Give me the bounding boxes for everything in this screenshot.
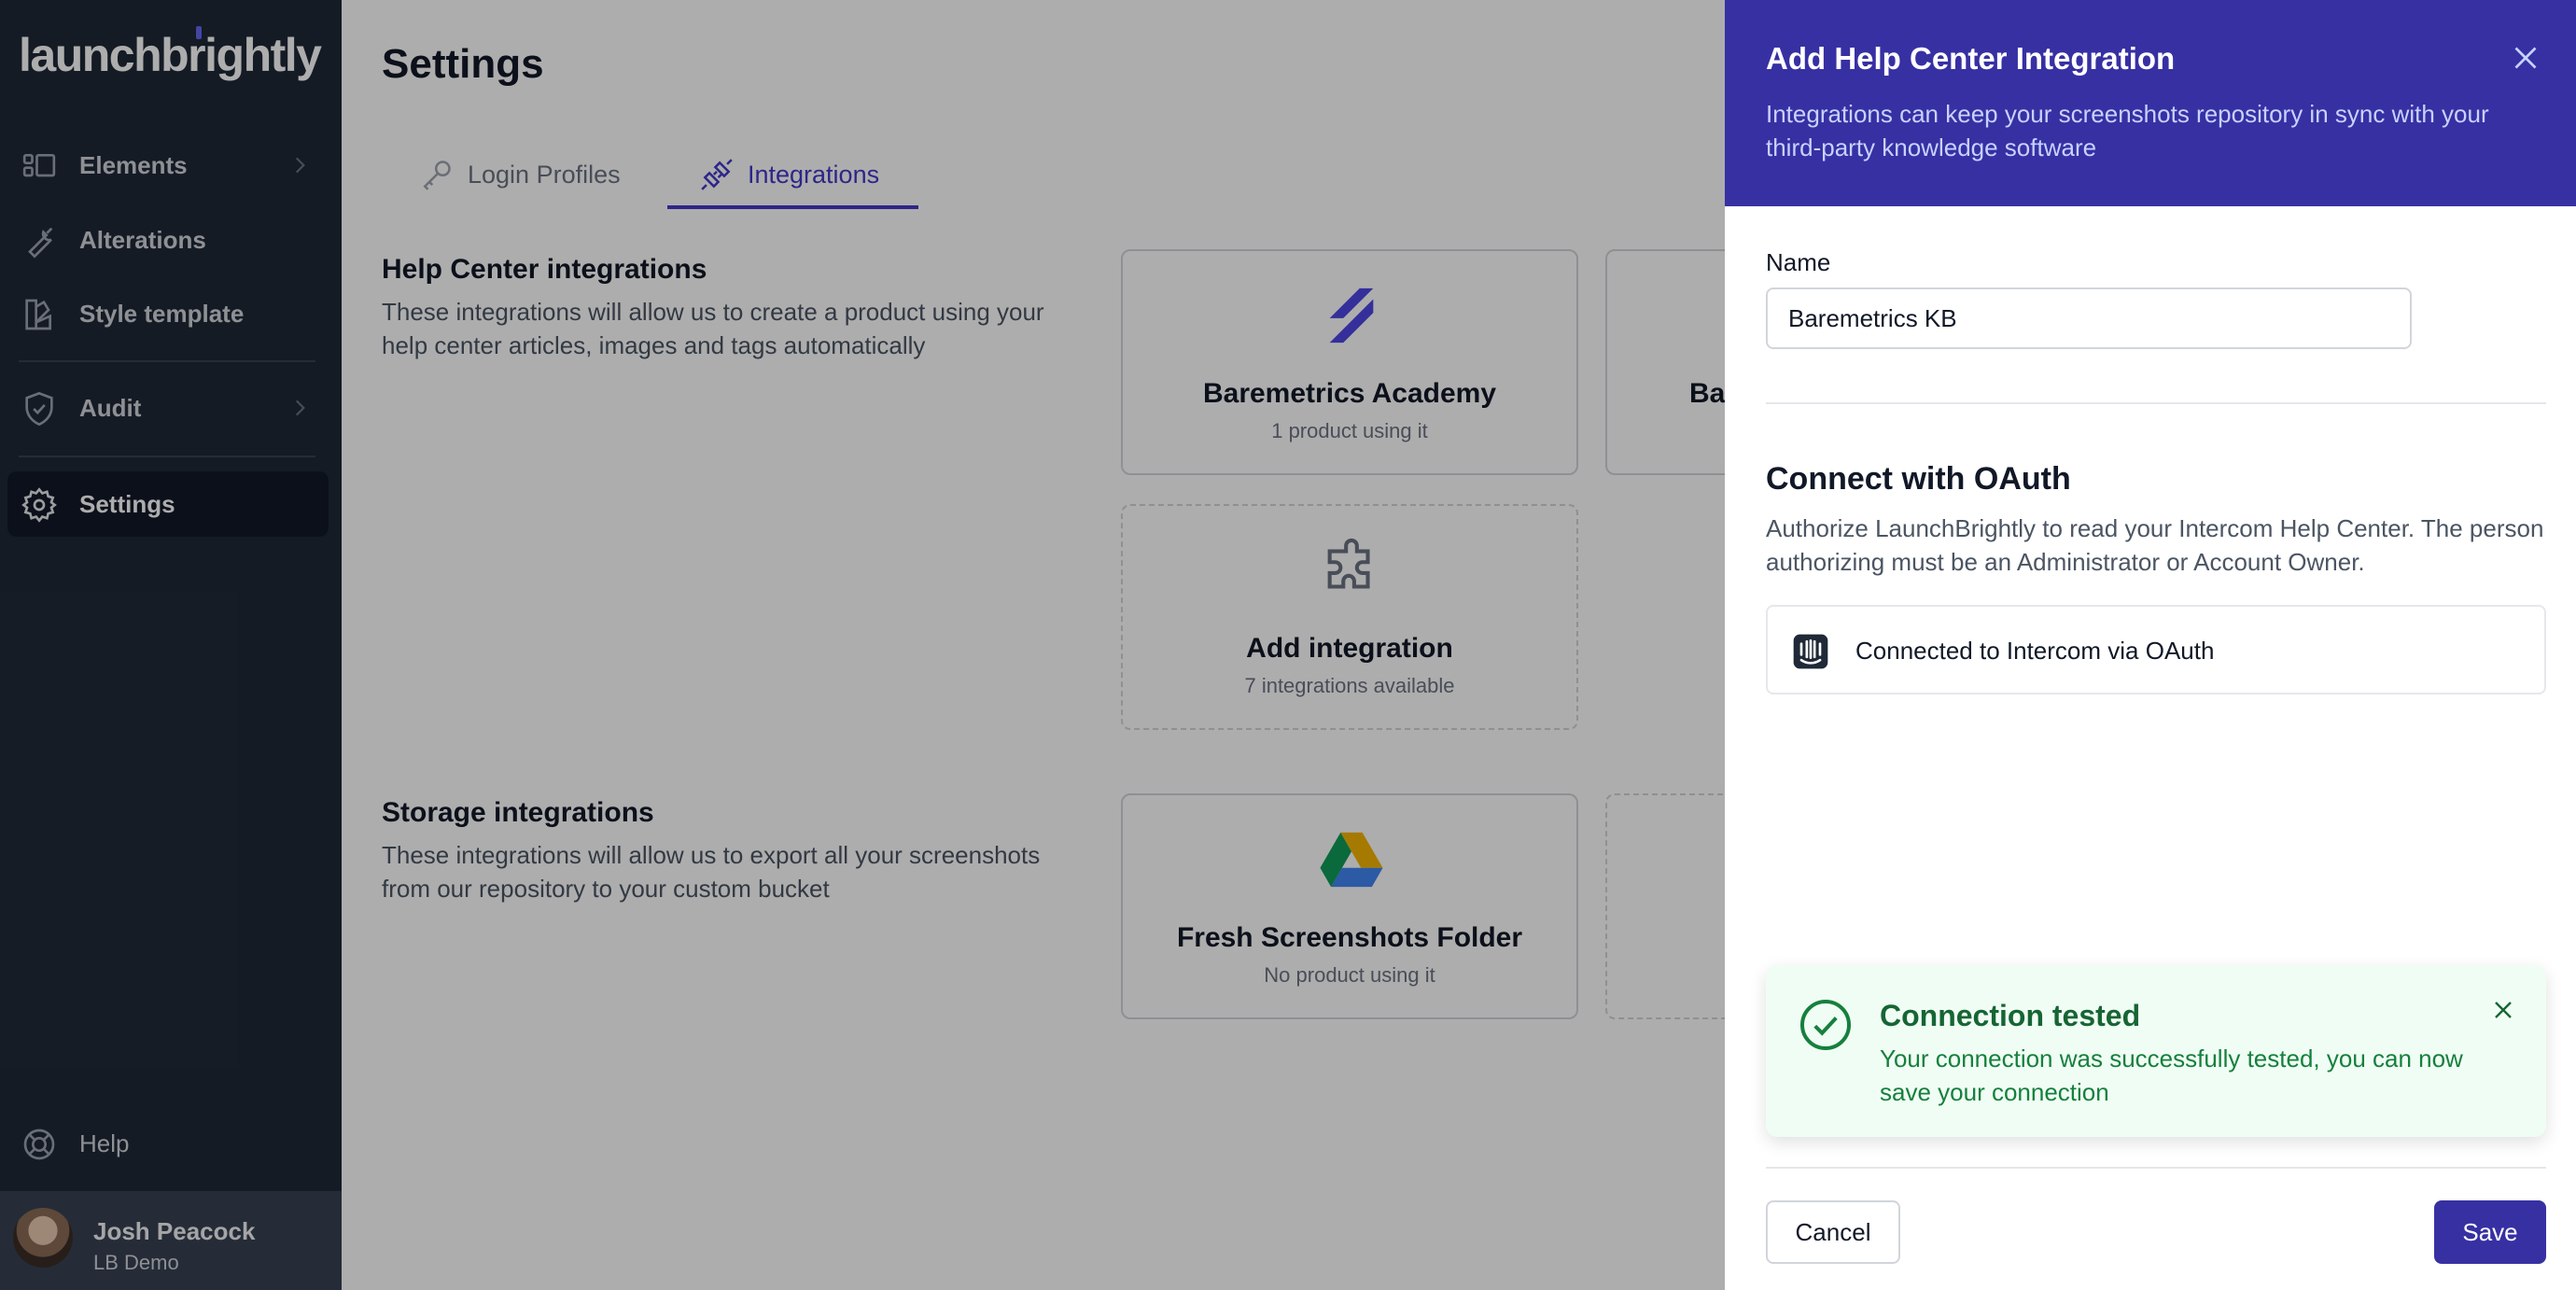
close-icon[interactable] [2509, 41, 2542, 75]
intercom-icon [1793, 634, 1828, 669]
panel-header: Add Help Center Integration Integrations… [1725, 0, 2576, 206]
oauth-status[interactable]: Connected to Intercom via OAuth [1766, 605, 2546, 694]
close-icon[interactable] [2488, 995, 2518, 1025]
panel-title: Add Help Center Integration [1766, 41, 2176, 76]
check-circle-icon [1800, 1000, 1851, 1050]
save-button[interactable]: Save [2434, 1200, 2546, 1264]
oauth-title: Connect with OAuth [1766, 461, 2071, 497]
oauth-description: Authorize LaunchBrightly to read your In… [1766, 514, 2544, 576]
panel-subtitle: Integrations can keep your screenshots r… [1766, 100, 2489, 161]
add-integration-panel: Add Help Center Integration Integrations… [1725, 0, 2576, 1290]
divider [1766, 1167, 2546, 1169]
name-input[interactable] [1766, 287, 2412, 349]
cancel-button[interactable]: Cancel [1766, 1200, 1900, 1264]
divider [1766, 402, 2546, 404]
success-toast: Connection tested Your connection was su… [1766, 965, 2546, 1137]
name-label: Name [1766, 248, 1831, 276]
